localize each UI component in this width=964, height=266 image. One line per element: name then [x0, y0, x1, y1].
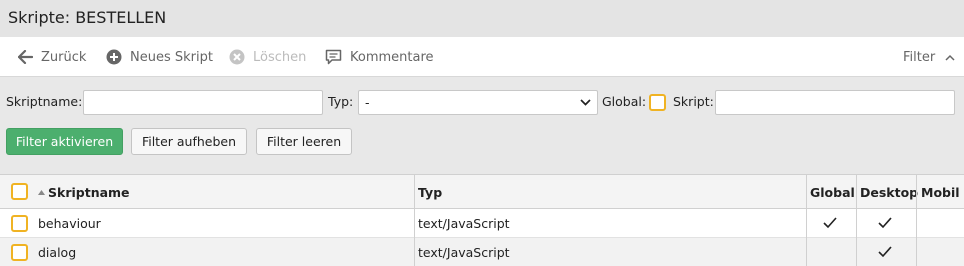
- plus-circle-icon: [106, 49, 122, 65]
- page-title: Skripte: BESTELLEN: [8, 8, 167, 27]
- script-name-cell[interactable]: behaviour: [38, 209, 101, 238]
- table-row[interactable]: behaviour text/JavaScript: [0, 209, 964, 238]
- column-divider: [414, 175, 415, 266]
- sort-ascending-icon: [38, 189, 45, 195]
- column-header-desktop[interactable]: Desktop: [860, 175, 918, 209]
- comments-button[interactable]: Kommentare: [325, 37, 434, 77]
- script-type-cell: text/JavaScript: [418, 245, 510, 260]
- title-bar: Skripte: BESTELLEN: [0, 0, 964, 37]
- global-label: Global:: [602, 94, 647, 109]
- filter-toggle-label: Filter: [903, 49, 936, 65]
- arrow-left-icon: [18, 50, 33, 64]
- checkmark-icon: [878, 217, 892, 229]
- row-checkbox[interactable]: [11, 215, 28, 232]
- back-button[interactable]: Zurück: [18, 37, 86, 77]
- type-select[interactable]: -: [358, 90, 598, 115]
- delete-button[interactable]: Löschen: [229, 37, 306, 77]
- close-circle-icon: [229, 49, 245, 65]
- table-header: Skriptname Typ Global Desktop Mobil: [0, 175, 964, 209]
- filter-toggle[interactable]: Filter: [903, 37, 963, 77]
- script-name-cell[interactable]: dialog: [38, 238, 76, 266]
- script-name-input[interactable]: [83, 90, 323, 115]
- checkmark-icon: [878, 246, 892, 258]
- toolbar: Zurück Neues Skript Löschen Kommentare F…: [0, 37, 964, 77]
- script-name-label: Skriptname:: [6, 94, 83, 109]
- comment-icon: [325, 49, 342, 65]
- clear-filter-button[interactable]: Filter leeren: [256, 128, 352, 155]
- column-divider: [916, 175, 917, 266]
- comments-label: Kommentare: [350, 49, 434, 65]
- chevron-down-icon: [580, 99, 591, 106]
- column-divider: [806, 175, 807, 266]
- type-select-value: -: [365, 95, 370, 110]
- column-divider: [856, 175, 857, 266]
- row-checkbox[interactable]: [11, 244, 28, 261]
- script-type-cell: text/JavaScript: [418, 216, 510, 231]
- column-header-name[interactable]: Skriptname: [38, 175, 130, 209]
- column-header-global[interactable]: Global: [810, 175, 855, 209]
- back-button-label: Zurück: [41, 49, 87, 65]
- new-script-button[interactable]: Neues Skript: [106, 37, 213, 77]
- table-row[interactable]: dialog text/JavaScript: [0, 238, 964, 266]
- column-header-type[interactable]: Typ: [418, 175, 442, 209]
- scripts-table: Skriptname Typ Global Desktop Mobil beha…: [0, 174, 964, 266]
- remove-filter-button[interactable]: Filter aufheben: [131, 128, 247, 155]
- global-checkbox[interactable]: [649, 94, 666, 111]
- type-label: Typ:: [328, 94, 354, 109]
- column-header-name-label: Skriptname: [48, 184, 130, 200]
- column-header-mobile[interactable]: Mobil: [921, 175, 960, 209]
- select-all-checkbox[interactable]: [11, 183, 28, 200]
- new-script-label: Neues Skript: [130, 49, 213, 65]
- checkmark-icon: [823, 217, 837, 229]
- script-input[interactable]: [715, 90, 955, 115]
- activate-filter-button[interactable]: Filter aktivieren: [6, 128, 123, 155]
- script-label: Skript:: [673, 94, 714, 109]
- chevron-up-icon: [945, 54, 955, 61]
- filter-panel: Skriptname: Typ: - Global: Skript: Filte…: [0, 78, 964, 174]
- delete-label: Löschen: [253, 49, 307, 65]
